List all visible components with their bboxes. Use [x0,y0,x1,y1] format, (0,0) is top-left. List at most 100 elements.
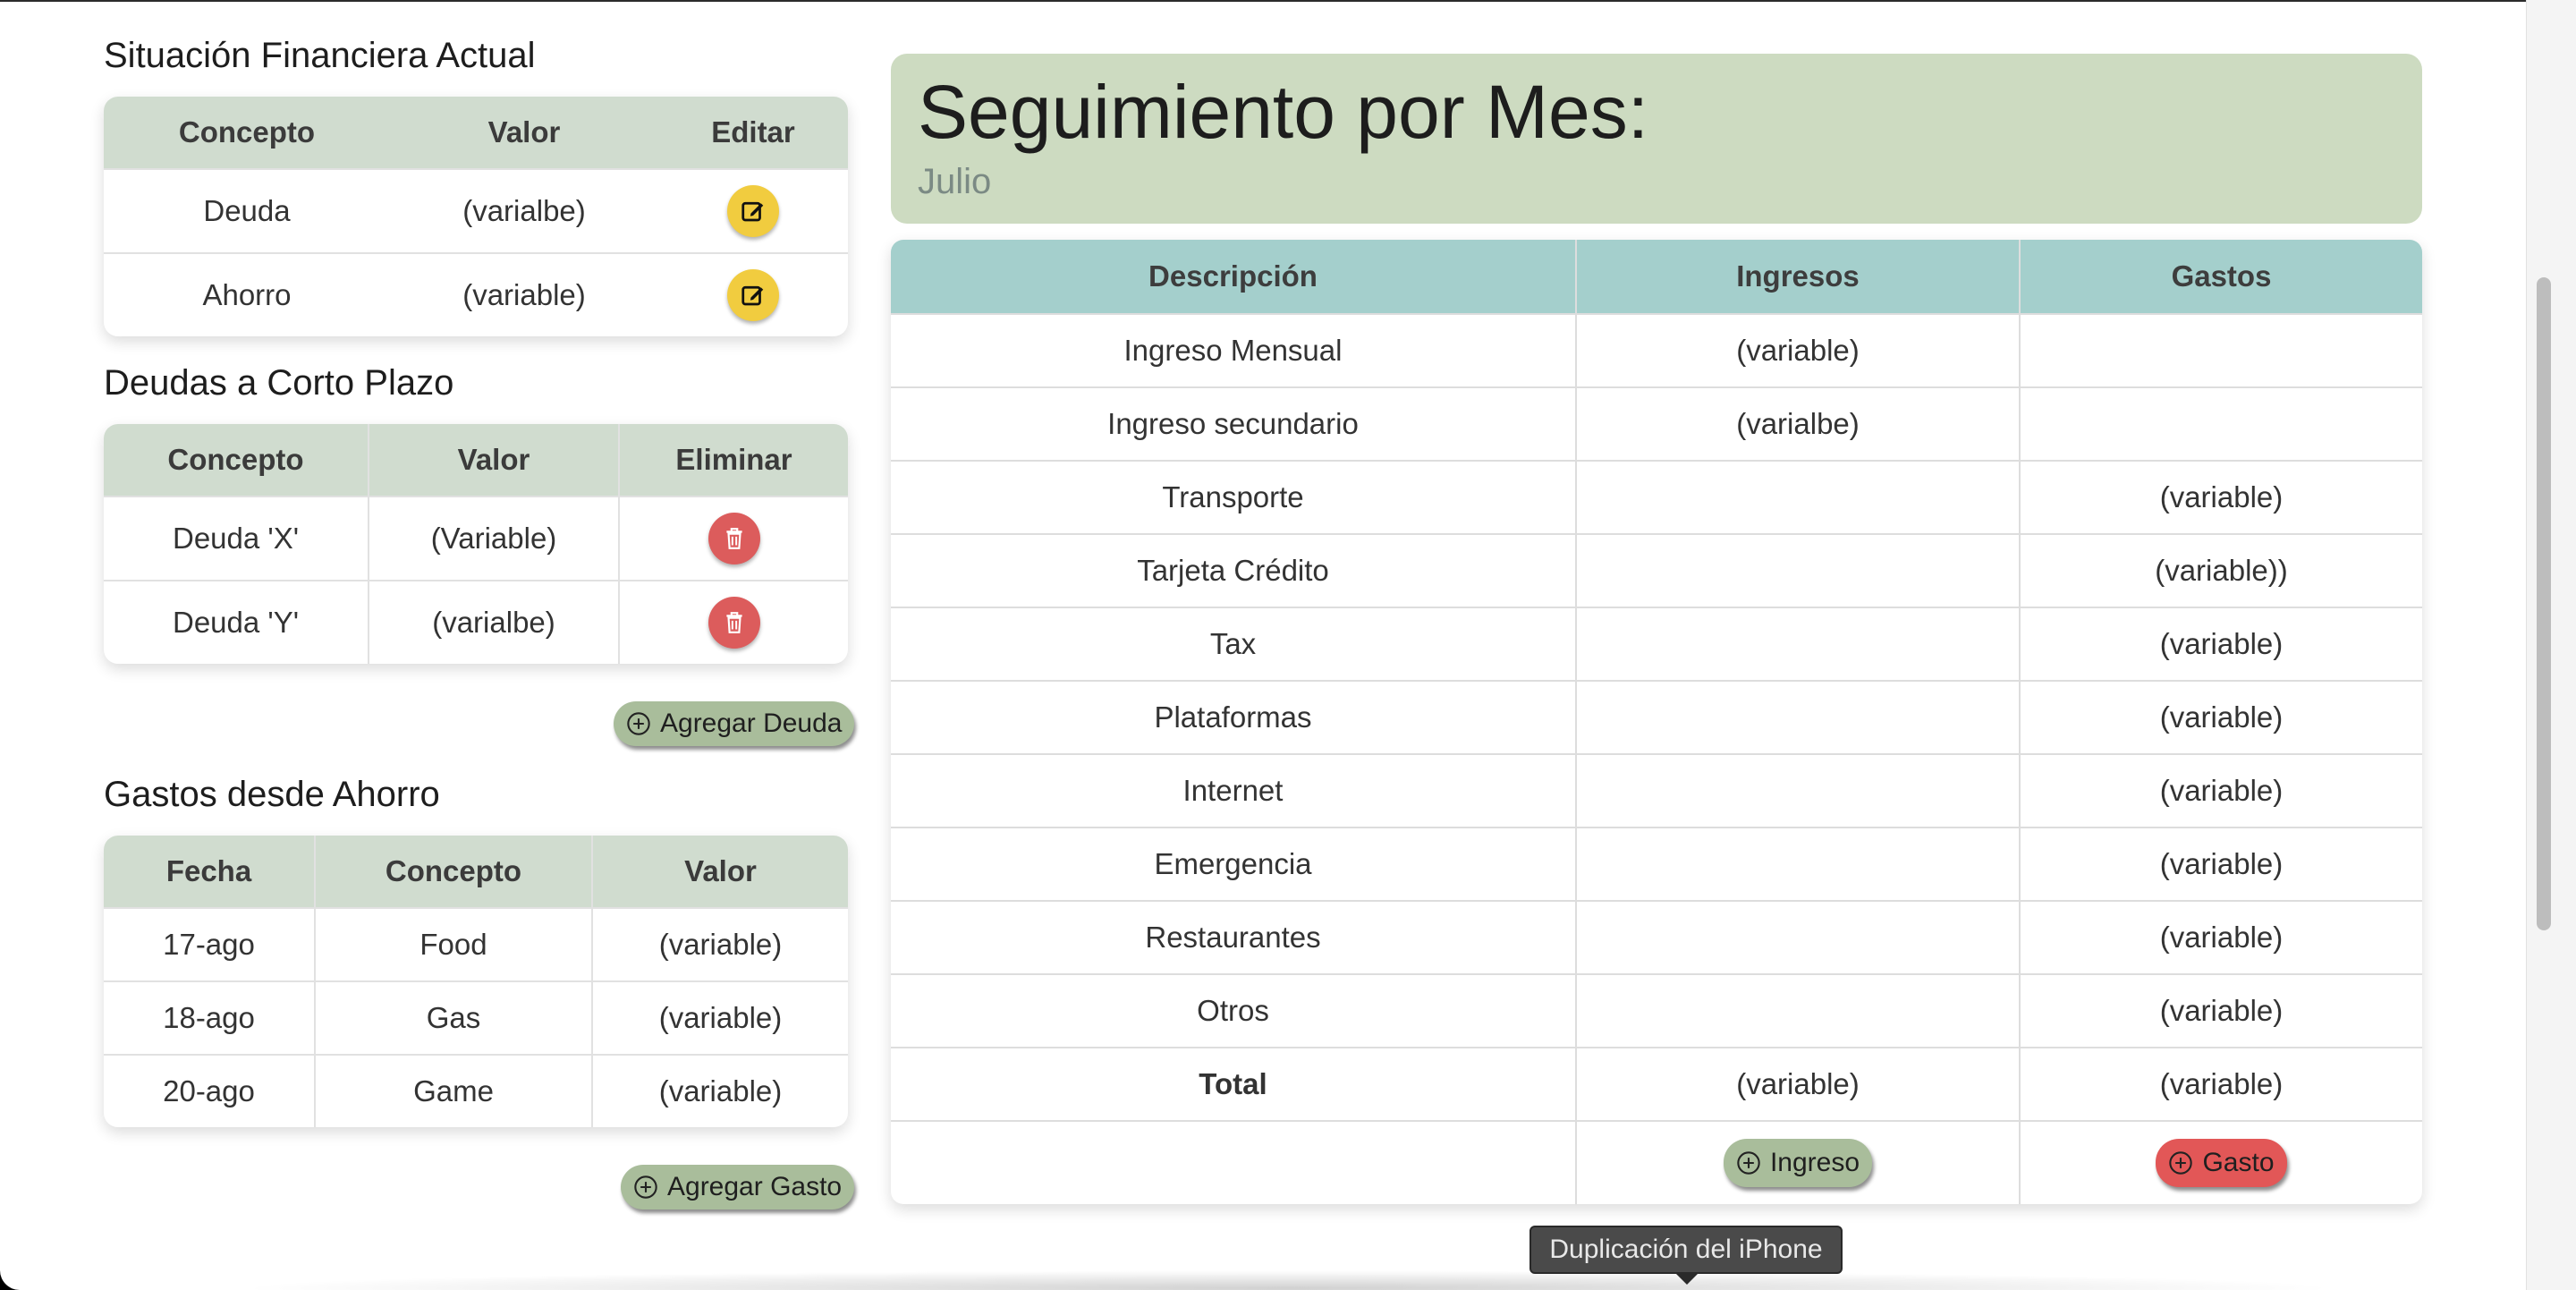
description-cell: Plataformas [891,680,1576,754]
add-income-button[interactable]: Ingreso [1723,1139,1873,1187]
add-debt-button[interactable]: Agregar Deuda [614,701,855,746]
expense-cell: (variable) [2019,680,2422,754]
plus-circle-icon [627,712,650,735]
concept-cell: Deuda 'X' [104,496,369,581]
description-cell: Ingreso secundario [891,386,1576,461]
expense-cell: (variable) [2019,973,2422,1048]
column-header-valor: Valor [591,836,848,908]
concept-cell: Ahorro [104,252,390,336]
trash-icon [725,612,742,633]
edit-cell [658,252,848,336]
trash-icon [725,528,742,549]
table-row: Deuda 'Y' (varialbe) [104,580,848,664]
column-header-descripcion: Descripción [891,240,1576,314]
income-cell [1575,827,2020,901]
value-cell: (varialbe) [390,168,658,253]
concept-cell: Deuda [104,168,390,253]
income-cell: (variable) [1575,313,2020,387]
income-cell: (varialbe) [1575,386,2020,461]
delete-button[interactable] [708,597,760,649]
income-cell [1575,973,2020,1048]
table-row: Deuda 'X' (Variable) [104,496,848,581]
expense-cell: (variable) [2019,827,2422,901]
column-header-concepto: Concepto [314,836,592,908]
expense-cell: (variable) [2019,607,2422,681]
table-row: Emergencia (variable) [891,827,2422,901]
table-row: Plataformas (variable) [891,680,2422,754]
column-header-fecha: Fecha [104,836,315,908]
table-row: Internet (variable) [891,753,2422,827]
add-income-label: Ingreso [1769,1148,1860,1177]
column-header-concepto: Concepto [104,424,369,496]
edit-icon [741,285,764,306]
income-cell [1575,460,2020,534]
monthly-tracking-header: Seguimiento por Mes: Julio [891,54,2422,224]
scrollbar-track[interactable] [2526,0,2576,1290]
value-cell: (variable) [390,252,658,336]
description-cell: Tarjeta Crédito [891,533,1576,607]
total-income: (variable) [1575,1047,2020,1121]
table-row: 17-ago Food (variable) [104,907,848,981]
income-cell [1575,900,2020,974]
value-cell: (varialbe) [368,580,619,664]
table-row: 20-ago Game (variable) [104,1054,848,1127]
table-row: Deuda (varialbe) [104,168,848,253]
concept-cell: Food [314,907,592,981]
edit-button[interactable] [727,269,779,321]
dock-shadow [233,1270,2343,1290]
column-header-valor: Valor [390,97,658,169]
table-row: Transporte (variable) [891,460,2422,534]
description-cell: Tax [891,607,1576,681]
add-expense-label: Agregar Gasto [667,1172,843,1201]
edit-icon [741,201,764,222]
plus-circle-icon [1737,1151,1760,1175]
value-cell: (Variable) [368,496,619,581]
column-header-ingresos: Ingresos [1575,240,2020,314]
column-header-gastos: Gastos [2019,240,2422,314]
concept-cell: Gas [314,980,592,1055]
table-row: Ahorro (variable) [104,252,848,336]
window-top-border [0,0,2526,2]
add-monthly-expense-label: Gasto [2202,1148,2275,1177]
income-cell [1575,607,2020,681]
delete-button[interactable] [708,513,760,564]
edit-button[interactable] [727,185,779,237]
add-monthly-expense-button[interactable]: Gasto [2156,1139,2287,1187]
table-row: Ingreso Mensual (variable) [891,313,2422,387]
savings-expenses-table: Fecha Concepto Valor 17-ago Food (variab… [104,836,848,1127]
monthly-tracking-title: Seguimiento por Mes: [918,70,1649,154]
description-cell: Emergencia [891,827,1576,901]
expense-cell: (variable)) [2019,533,2422,607]
total-expense: (variable) [2019,1047,2422,1121]
financial-status-title: Situación Financiera Actual [104,36,536,75]
income-cell [1575,753,2020,827]
expense-cell [2019,313,2422,387]
savings-expenses-title: Gastos desde Ahorro [104,775,440,814]
expense-cell: (variable) [2019,900,2422,974]
table-row: Ingreso secundario (varialbe) [891,386,2422,461]
table-row: Restaurantes (variable) [891,900,2422,974]
delete-cell [618,580,848,664]
description-cell: Restaurantes [891,900,1576,974]
expense-cell: (variable) [2019,753,2422,827]
delete-cell [618,496,848,581]
date-cell: 17-ago [104,907,315,981]
short-term-debts-table: Concepto Valor Eliminar Deuda 'X' (Varia… [104,424,848,664]
total-row: Total (variable) (variable) [891,1047,2422,1121]
date-cell: 20-ago [104,1054,315,1127]
column-header-valor: Valor [368,424,619,496]
value-cell: (variable) [591,980,848,1055]
month-label: Julio [918,162,992,201]
plus-circle-icon [634,1175,657,1199]
description-cell: Ingreso Mensual [891,313,1576,387]
add-income-cell: Ingreso [1575,1120,2020,1204]
plus-circle-icon [2169,1151,2193,1175]
empty-cell [891,1120,1576,1204]
description-cell: Internet [891,753,1576,827]
concept-cell: Game [314,1054,592,1127]
scrollbar-thumb[interactable] [2537,277,2551,930]
add-expense-button[interactable]: Agregar Gasto [621,1165,855,1209]
page-viewport: Situación Financiera Actual Concepto Val… [0,0,2526,1290]
income-cell [1575,680,2020,754]
expense-cell [2019,386,2422,461]
